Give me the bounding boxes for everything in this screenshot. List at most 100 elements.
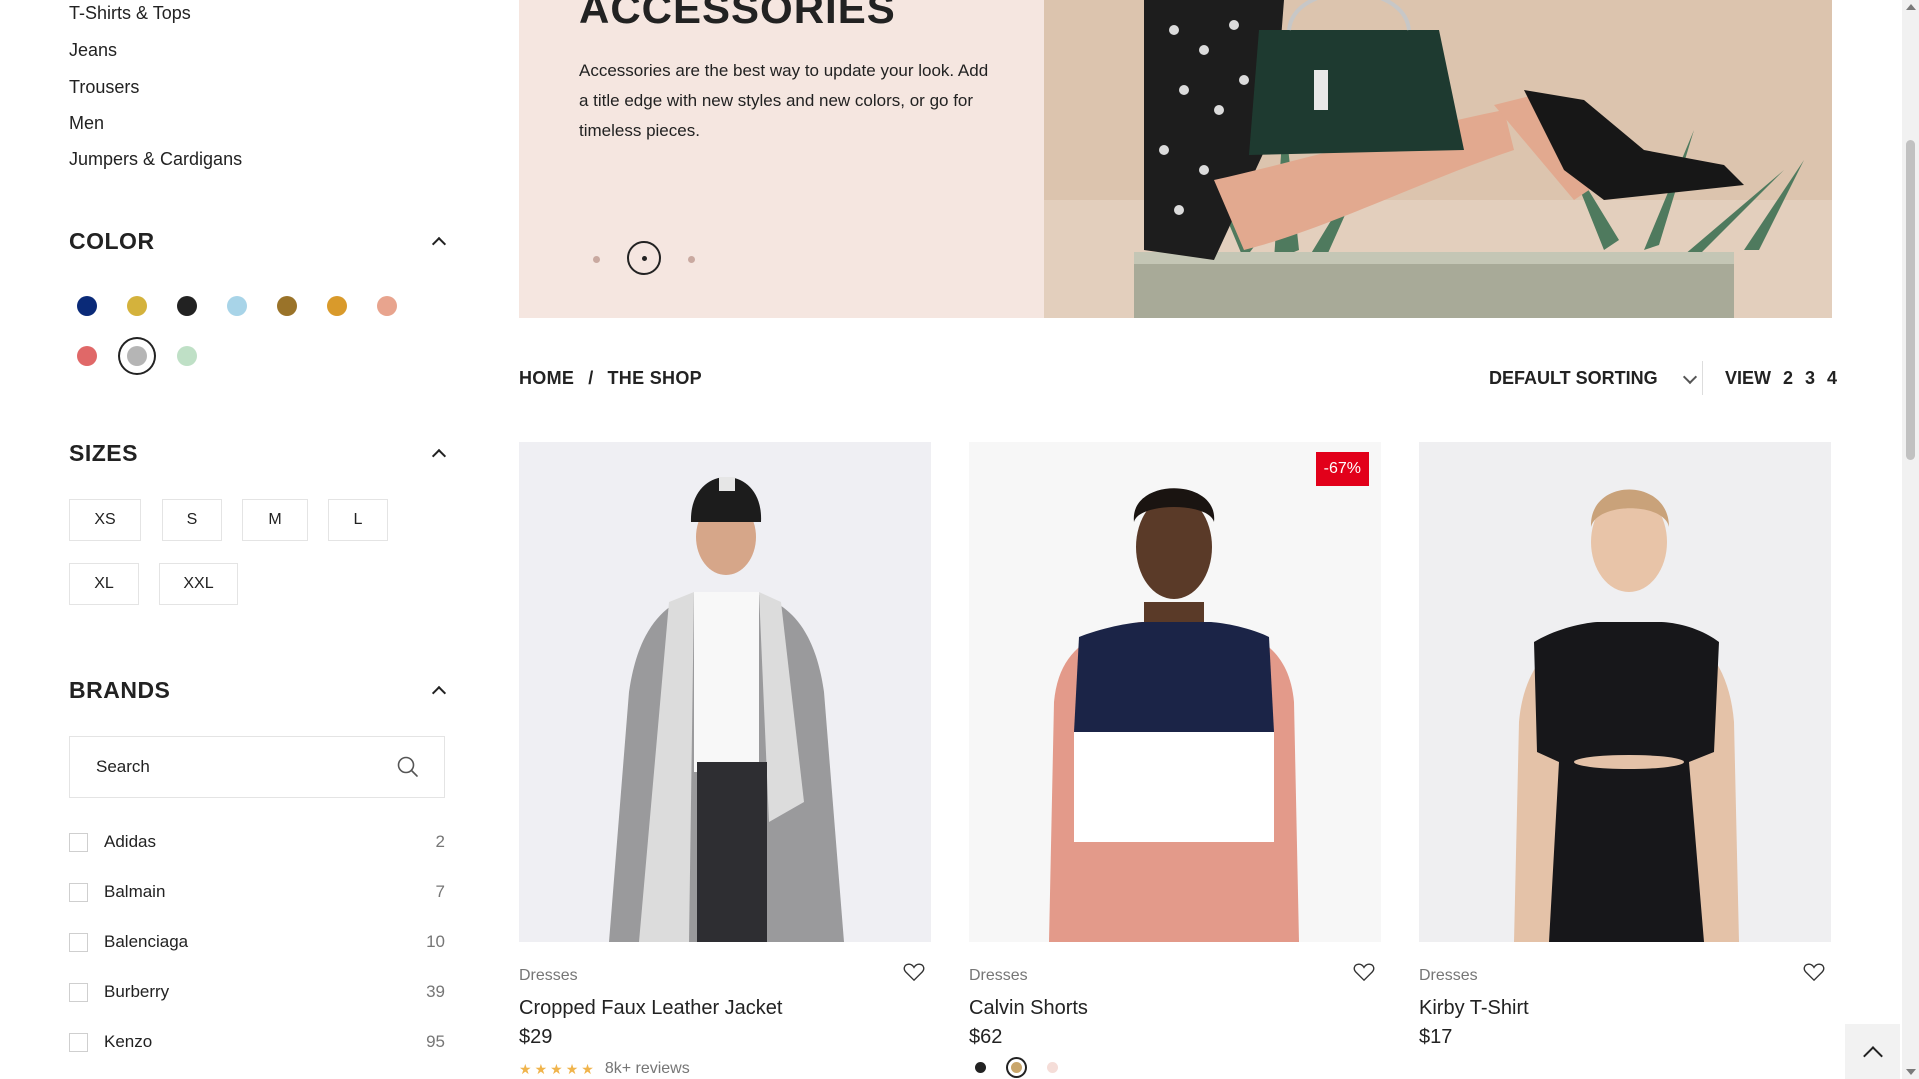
brand-count: 39 bbox=[426, 982, 445, 1001]
size-option-s[interactable]: S bbox=[162, 499, 222, 541]
color-swatch-ochre[interactable] bbox=[327, 296, 347, 316]
view-switcher: VIEW 2 3 4 bbox=[1725, 368, 1837, 389]
product-price: $29 bbox=[519, 1026, 553, 1048]
brand-item-balenciaga[interactable]: Balenciaga 10 bbox=[69, 930, 445, 954]
brand-checkbox[interactable] bbox=[69, 1032, 88, 1052]
product-image[interactable]: -67% bbox=[969, 442, 1381, 942]
category-list: T-Shirts & Tops Jeans Trousers Men Jumpe… bbox=[69, 0, 242, 181]
product-price: $17 bbox=[1419, 1026, 1453, 1048]
page-scrollbar[interactable] bbox=[1902, 0, 1919, 1079]
product-rating: ★ ★ ★ ★ ★ 8k+ reviews bbox=[519, 1060, 690, 1078]
star-icon: ★ bbox=[550, 1060, 563, 1077]
chevron-up-icon[interactable] bbox=[431, 683, 445, 697]
category-item[interactable]: Trousers bbox=[69, 73, 242, 109]
product-color-tan[interactable] bbox=[1011, 1062, 1022, 1073]
star-icon: ★ bbox=[534, 1060, 548, 1077]
chevron-up-icon[interactable] bbox=[431, 234, 445, 248]
color-swatch-black[interactable] bbox=[177, 296, 197, 316]
scroll-thumb[interactable] bbox=[1906, 140, 1915, 460]
product-name[interactable]: Calvin Shorts bbox=[969, 997, 1088, 1020]
brand-item-adidas[interactable]: Adidas 2 bbox=[69, 830, 445, 854]
heart-icon[interactable] bbox=[1353, 962, 1375, 982]
size-option-l[interactable]: L bbox=[328, 499, 388, 541]
product-image[interactable] bbox=[519, 442, 931, 942]
view-option-3[interactable]: 3 bbox=[1805, 368, 1815, 389]
product-card[interactable]: Dresses Cropped Faux Leather Jacket $29 … bbox=[519, 442, 931, 1077]
hero-description: Accessories are the best way to update y… bbox=[579, 61, 989, 140]
size-option-m[interactable]: M bbox=[242, 499, 308, 541]
product-category: Dresses bbox=[519, 967, 578, 984]
color-swatch-peach[interactable] bbox=[377, 296, 397, 316]
category-item[interactable]: Jumpers & Cardigans bbox=[69, 145, 242, 181]
star-icon: ★ bbox=[565, 1060, 579, 1077]
color-swatch-grey[interactable] bbox=[127, 346, 147, 366]
product-color-black[interactable] bbox=[975, 1062, 986, 1073]
product-name[interactable]: Kirby T-Shirt bbox=[1419, 997, 1529, 1020]
brand-count: 7 bbox=[435, 882, 445, 901]
product-card[interactable]: Dresses Kirby T-Shirt $17 bbox=[1419, 442, 1831, 1048]
brand-checkbox[interactable] bbox=[69, 982, 88, 1002]
brand-count: 10 bbox=[426, 932, 445, 951]
product-name[interactable]: Cropped Faux Leather Jacket bbox=[519, 997, 783, 1020]
brand-search-input[interactable] bbox=[94, 756, 396, 778]
category-item[interactable]: T-Shirts & Tops bbox=[69, 0, 242, 36]
size-option-xs[interactable]: XS bbox=[69, 499, 141, 541]
size-option-xl[interactable]: XL bbox=[69, 563, 139, 605]
breadcrumb-separator: / bbox=[588, 368, 594, 388]
slider-dot[interactable] bbox=[593, 256, 600, 263]
chevron-up-icon[interactable] bbox=[431, 446, 445, 460]
hero-image bbox=[1044, 0, 1832, 318]
brand-name: Kenzo bbox=[104, 1032, 153, 1051]
color-filter-title: COLOR bbox=[69, 227, 155, 254]
brand-item-burberry[interactable]: Burberry 39 bbox=[69, 980, 445, 1004]
slider-dot-active[interactable] bbox=[627, 241, 661, 275]
heart-icon[interactable] bbox=[1803, 962, 1825, 982]
product-image[interactable] bbox=[1419, 442, 1831, 942]
category-item[interactable]: Jeans bbox=[69, 36, 242, 72]
product-card[interactable]: -67% Dresses Calvin Shorts $62 bbox=[969, 442, 1381, 1073]
product-category: Dresses bbox=[969, 967, 1028, 984]
brand-item-balmain[interactable]: Balmain 7 bbox=[69, 880, 445, 904]
brand-name: Balenciaga bbox=[104, 932, 189, 951]
search-icon[interactable] bbox=[396, 755, 420, 779]
star-icon: ★ bbox=[519, 1060, 532, 1077]
view-option-2[interactable]: 2 bbox=[1783, 368, 1793, 389]
brand-count: 95 bbox=[426, 1032, 445, 1051]
heart-icon[interactable] bbox=[903, 962, 925, 982]
product-color-pink[interactable] bbox=[1047, 1062, 1058, 1073]
color-swatch-mustard[interactable] bbox=[127, 296, 147, 316]
scroll-down-arrow-icon[interactable] bbox=[1906, 1069, 1916, 1075]
color-swatch-mint[interactable] bbox=[177, 346, 197, 366]
star-icon: ★ bbox=[581, 1060, 594, 1077]
brand-checkbox[interactable] bbox=[69, 932, 88, 952]
sorting-dropdown[interactable]: DEFAULT SORTING bbox=[1489, 368, 1696, 389]
color-swatch-brown[interactable] bbox=[277, 296, 297, 316]
view-label: VIEW bbox=[1725, 368, 1772, 388]
brand-checkbox[interactable] bbox=[69, 832, 88, 852]
brand-name: Adidas bbox=[104, 832, 156, 851]
color-filter-header[interactable]: COLOR bbox=[69, 224, 445, 258]
view-option-4[interactable]: 4 bbox=[1827, 368, 1837, 389]
sorting-label: DEFAULT SORTING bbox=[1489, 368, 1658, 388]
brand-checkbox[interactable] bbox=[69, 882, 88, 902]
category-item[interactable]: Men bbox=[69, 109, 242, 145]
breadcrumb-home[interactable]: HOME bbox=[519, 368, 574, 389]
breadcrumb: HOME / THE SHOP bbox=[519, 368, 702, 389]
sizes-filter-title: SIZES bbox=[69, 439, 138, 466]
sizes-filter-header[interactable]: SIZES bbox=[69, 436, 445, 470]
hero-banner: ACCESSORIES Accessories are the best way… bbox=[519, 0, 1044, 318]
back-to-top-button[interactable] bbox=[1845, 1024, 1900, 1079]
chevron-down-icon bbox=[1682, 372, 1696, 386]
hero-title: ACCESSORIES bbox=[579, 0, 896, 32]
color-swatch-navy[interactable] bbox=[77, 296, 97, 316]
size-option-xxl[interactable]: XXL bbox=[159, 563, 238, 605]
brand-item-kenzo[interactable]: Kenzo 95 bbox=[69, 1030, 445, 1054]
slider-dot[interactable] bbox=[688, 256, 695, 263]
product-price: $62 bbox=[969, 1026, 1003, 1048]
scroll-up-arrow-icon[interactable] bbox=[1906, 4, 1916, 10]
brands-filter-header[interactable]: BRANDS bbox=[69, 673, 445, 707]
color-swatch-light-blue[interactable] bbox=[227, 296, 247, 316]
toolbar-divider bbox=[1702, 361, 1703, 395]
breadcrumb-current[interactable]: THE SHOP bbox=[608, 368, 702, 389]
color-swatch-coral[interactable] bbox=[77, 346, 97, 366]
